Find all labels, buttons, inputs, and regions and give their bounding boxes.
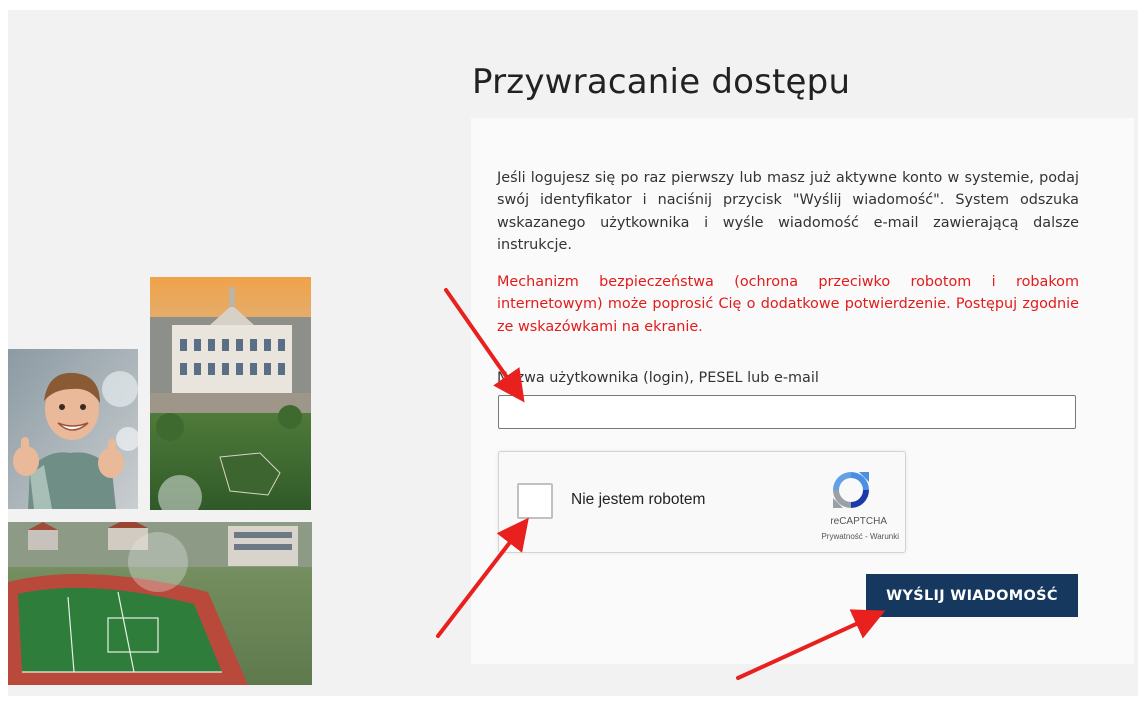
photo-boy-thumbs-up xyxy=(8,349,138,509)
instructions-text: Jeśli logujesz się po raz pierwszy lub m… xyxy=(497,170,1079,253)
send-message-button[interactable]: WYŚLIJ WIADOMOŚĆ xyxy=(866,574,1078,617)
recaptcha-widget: Nie jestem robotem reCAPTCHA Prywatność … xyxy=(498,451,906,553)
recaptcha-logo-icon xyxy=(829,468,873,512)
recaptcha-label: Nie jestem robotem xyxy=(571,491,706,508)
login-input[interactable] xyxy=(498,395,1076,429)
page-title: Przywracanie dostępu xyxy=(472,62,851,102)
photo-town-hall xyxy=(150,277,311,510)
recaptcha-links: Prywatność - Warunki xyxy=(499,532,899,541)
recaptcha-privacy-link[interactable]: Prywatność xyxy=(821,532,862,541)
recaptcha-brand: reCAPTCHA xyxy=(830,516,887,527)
recaptcha-terms-link[interactable]: Warunki xyxy=(870,532,899,541)
security-warning-text: Mechanizm bezpieczeństwa (ochrona przeci… xyxy=(497,274,1079,335)
login-field-label: Nazwa użytkownika (login), PESEL lub e-m… xyxy=(497,370,819,386)
photo-sports-stadium xyxy=(8,522,312,685)
recaptcha-separator: - xyxy=(865,532,868,541)
recaptcha-checkbox[interactable] xyxy=(517,483,553,519)
